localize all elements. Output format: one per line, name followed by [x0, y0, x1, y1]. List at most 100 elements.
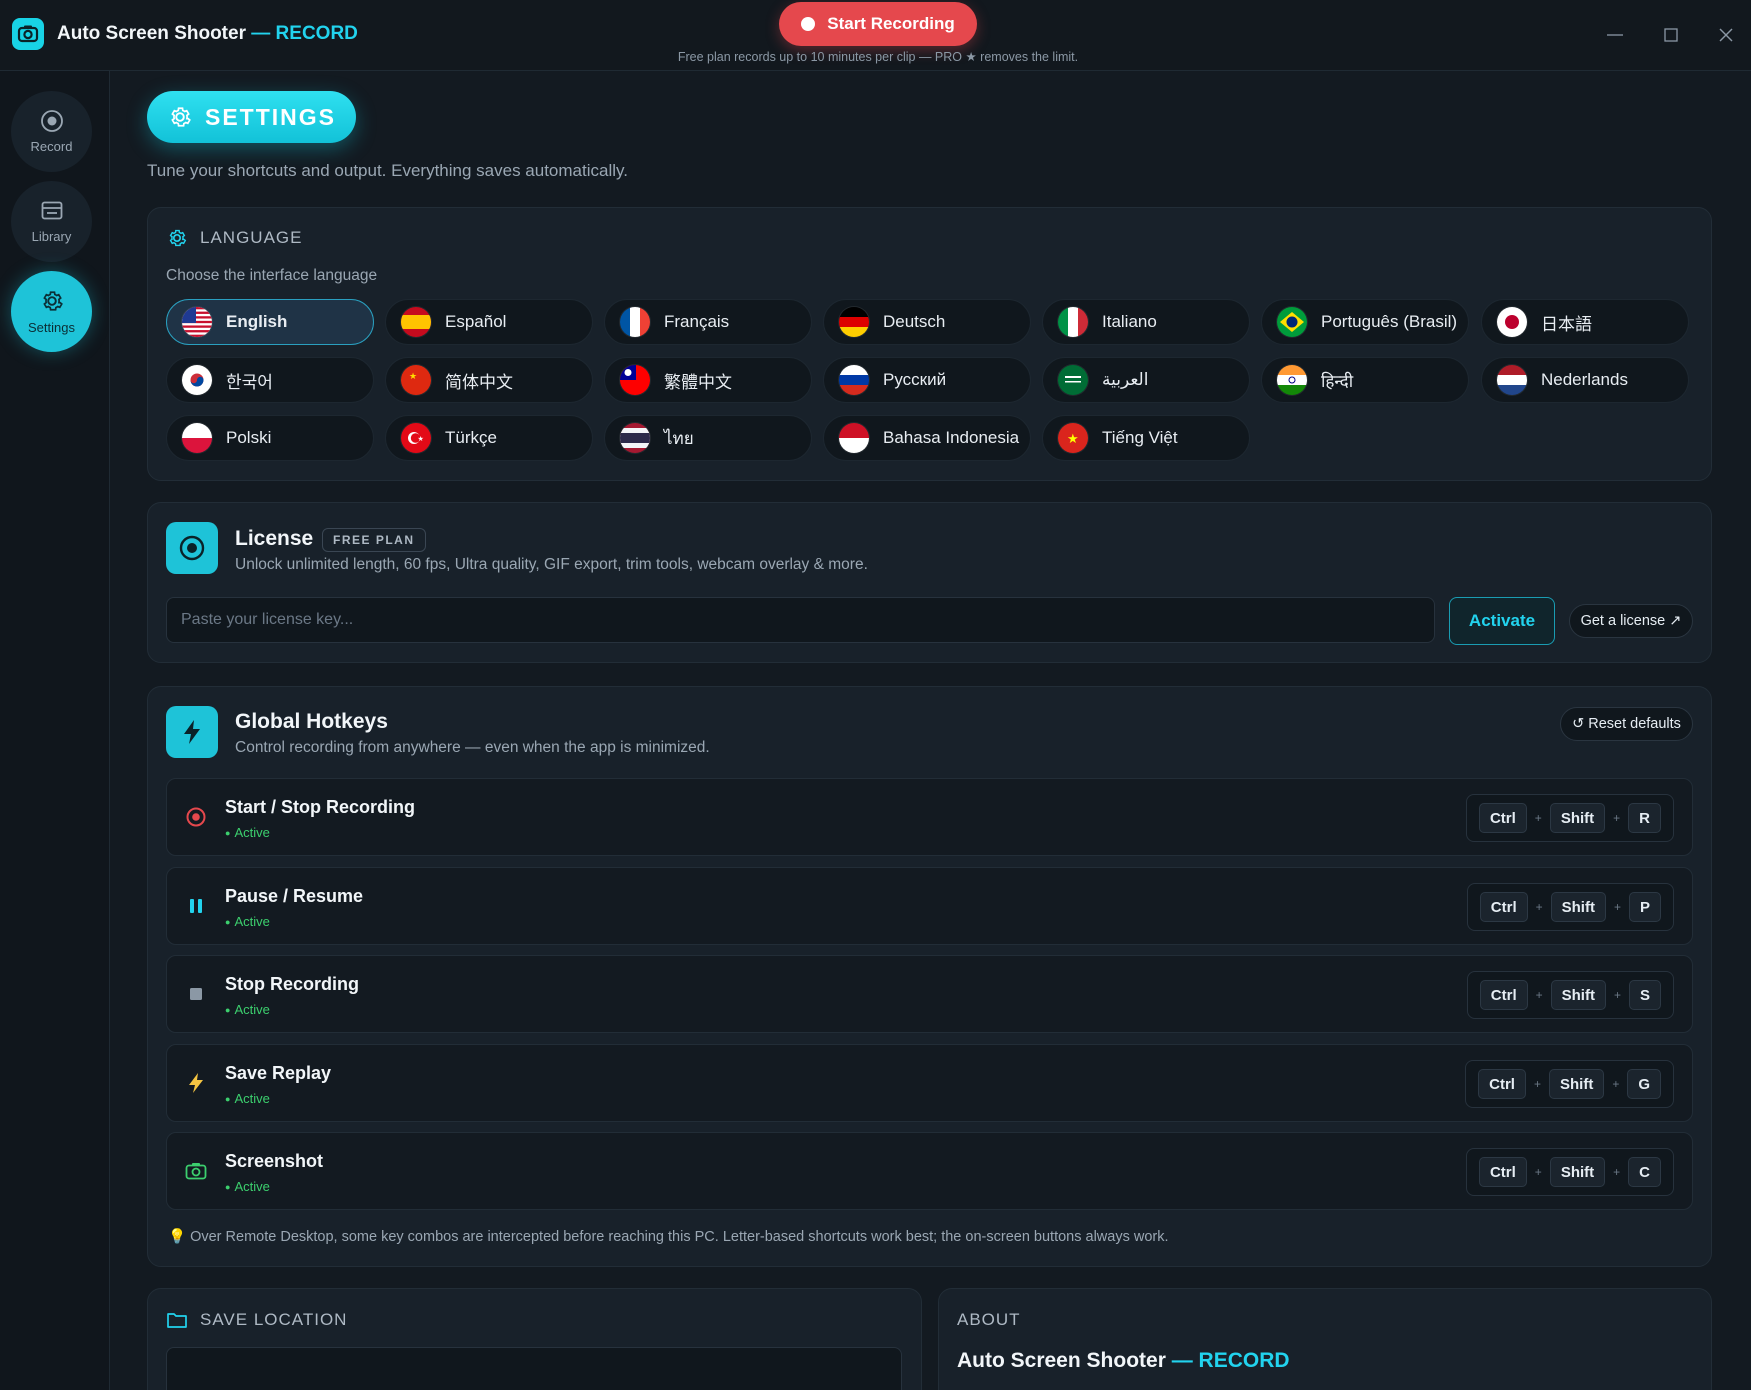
hotkey-row: Save Replay Active Ctrl + Shift + G: [166, 1044, 1693, 1122]
record-dot-icon: [801, 17, 816, 31]
hotkey-name: Pause / Resume: [225, 886, 364, 906]
hotkey-combo[interactable]: Ctrl + Shift + P: [1466, 883, 1674, 931]
language-option-th[interactable]: ไทย: [604, 415, 812, 461]
hotkey-row: Stop Recording Active Ctrl + Shift + S: [166, 955, 1693, 1033]
key-cap: Shift: [1549, 1157, 1606, 1187]
sidebar-item-settings[interactable]: Settings: [11, 271, 92, 352]
sidebar-item-library[interactable]: Library: [11, 181, 92, 262]
language-option-in[interactable]: हिन्दी: [1261, 357, 1469, 403]
license-key-input[interactable]: [166, 597, 1435, 643]
stop-icon: [183, 981, 209, 1007]
key-cap: R: [1628, 803, 1661, 833]
language-option-vn[interactable]: ★ Tiếng Việt: [1042, 415, 1250, 461]
hotkey-row: Screenshot Active Ctrl + Shift + C: [166, 1132, 1693, 1210]
sidebar-item-label: Settings: [28, 320, 75, 335]
language-option-kr[interactable]: 한국어: [166, 357, 374, 403]
gear-icon: [42, 291, 63, 311]
record-icon: [183, 804, 209, 830]
language-option-label: Français: [664, 312, 730, 331]
language-option-us[interactable]: English: [166, 299, 374, 345]
hotkey-combo[interactable]: Ctrl + Shift + C: [1465, 1148, 1674, 1196]
free-plan-note: Free plan records up to 10 minutes per c…: [677, 50, 1079, 64]
language-option-label: العربية: [1102, 370, 1149, 389]
flag-it-icon: [1058, 307, 1088, 337]
language-option-br[interactable]: Português (Brasil): [1261, 299, 1469, 345]
key-cap: Ctrl: [1479, 892, 1528, 922]
key-cap: Ctrl: [1479, 980, 1528, 1010]
hotkey-status: Active: [225, 1002, 269, 1017]
license-title: License: [235, 527, 314, 550]
key-separator: +: [1535, 900, 1543, 914]
language-option-label: Nederlands: [1541, 370, 1628, 389]
sidebar-item-label: Library: [31, 229, 72, 244]
svg-text:★: ★: [418, 435, 424, 443]
language-option-label: Deutsch: [883, 312, 946, 331]
pause-icon: [183, 893, 209, 919]
language-option-sa[interactable]: العربية: [1042, 357, 1250, 403]
key-cap: G: [1627, 1069, 1661, 1099]
language-option-label: हिन्दी: [1321, 371, 1354, 391]
hotkey-name: Start / Stop Recording: [225, 797, 416, 817]
language-heading: LANGUAGE: [166, 227, 302, 249]
language-option-label: 한국어: [226, 372, 273, 392]
language-option-fr[interactable]: Français: [604, 299, 812, 345]
flag-vn-icon: ★: [1058, 423, 1088, 453]
language-option-tr[interactable]: ★ Türkçe: [385, 415, 593, 461]
about-card: [938, 1288, 1712, 1390]
lightbulb-icon: 💡: [168, 1229, 187, 1245]
hotkey-combo[interactable]: Ctrl + Shift + S: [1466, 971, 1674, 1019]
page-title-label: SETTINGS: [204, 103, 336, 130]
svg-text:★: ★: [409, 371, 417, 381]
language-option-de[interactable]: Deutsch: [823, 299, 1031, 345]
flag-th-icon: [620, 423, 650, 453]
language-option-label: Bahasa Indonesia: [883, 428, 1020, 447]
flag-nl-icon: [1497, 365, 1527, 395]
start-recording-label: Start Recording: [827, 14, 955, 33]
language-option-cn[interactable]: ★ 简体中文: [385, 357, 593, 403]
key-cap: S: [1628, 980, 1661, 1010]
hotkey-name: Stop Recording: [225, 974, 359, 994]
record-icon: [40, 110, 63, 132]
key-separator: +: [1534, 811, 1542, 825]
save-location-heading-label: SAVE LOCATION: [200, 1310, 348, 1329]
language-option-ru[interactable]: Русский: [823, 357, 1031, 403]
bolt-icon: [183, 1070, 209, 1096]
language-option-pl[interactable]: Polski: [166, 415, 374, 461]
sidebar-item-record[interactable]: Record: [11, 91, 92, 172]
hotkeys-title: Global Hotkeys: [235, 710, 388, 733]
hotkey-row: Start / Stop Recording Active Ctrl + Shift + R: [166, 778, 1693, 856]
maximize-icon[interactable]: [1656, 20, 1686, 50]
activate-button[interactable]: Activate: [1449, 597, 1555, 645]
language-option-nl[interactable]: Nederlands: [1481, 357, 1689, 403]
get-license-button[interactable]: Get a license ↗: [1569, 604, 1693, 638]
license-description: Unlock unlimited length, 60 fps, Ultra q…: [235, 556, 868, 573]
minimize-icon[interactable]: [1600, 20, 1630, 50]
hotkey-status: Active: [225, 825, 269, 840]
about-heading-label: ABOUT: [957, 1310, 1021, 1329]
key-separator: +: [1613, 900, 1621, 914]
hotkey-combo[interactable]: Ctrl + Shift + G: [1465, 1060, 1674, 1108]
flag-us-icon: [182, 307, 212, 337]
language-description: Choose the interface language: [166, 267, 378, 284]
language-option-jp[interactable]: 日本語: [1481, 299, 1689, 345]
reset-defaults-button[interactable]: ↺ Reset defaults: [1560, 707, 1693, 741]
language-option-id[interactable]: Bahasa Indonesia: [823, 415, 1031, 461]
app-title-separator: —: [245, 23, 276, 44]
language-option-es[interactable]: Español: [385, 299, 593, 345]
page-subtitle: Tune your shortcuts and output. Everythi…: [147, 161, 628, 180]
language-option-tw[interactable]: 繁體中文: [604, 357, 812, 403]
app-title: Auto Screen Shooter — RECORD: [57, 23, 358, 45]
start-recording-button[interactable]: Start Recording: [779, 2, 977, 46]
flag-br-icon: [1277, 307, 1307, 337]
hotkey-combo[interactable]: Ctrl + Shift + R: [1465, 794, 1674, 842]
close-icon[interactable]: [1711, 20, 1741, 50]
language-option-label: Tiếng Việt: [1102, 428, 1178, 447]
library-icon: [41, 201, 62, 220]
hotkey-name: Screenshot: [225, 1151, 324, 1171]
save-location-field[interactable]: [166, 1347, 902, 1390]
about-suffix: RECORD: [1198, 1349, 1290, 1372]
key-separator: +: [1613, 988, 1621, 1002]
sidebar: Record Library Settings: [0, 71, 110, 1390]
key-cap: C: [1628, 1157, 1661, 1187]
language-option-it[interactable]: Italiano: [1042, 299, 1250, 345]
